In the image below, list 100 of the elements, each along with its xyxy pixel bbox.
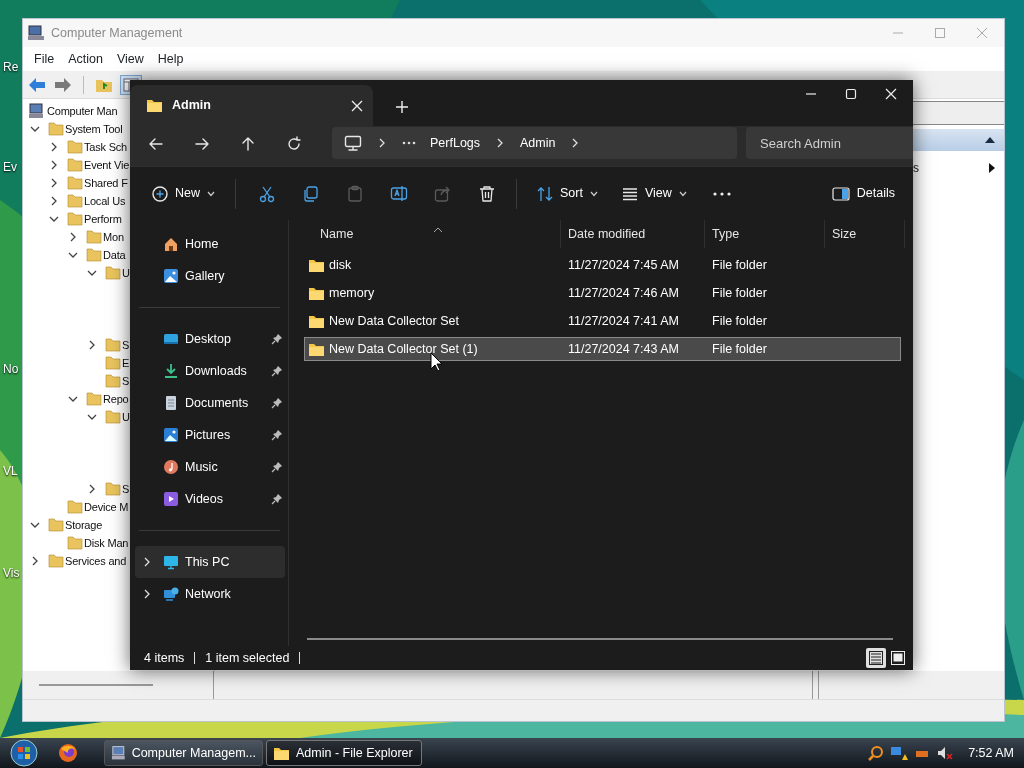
toolbar-button[interactable]: Sort [529,178,606,209]
ellipsis-icon[interactable] [402,141,416,145]
tree-item[interactable]: System Tool [65,120,123,138]
column-header[interactable]: Size [825,220,905,248]
tree-row[interactable]: S [23,372,130,390]
pin-icon[interactable] [271,461,283,474]
address-bar[interactable]: PerfLogs Admin [332,127,737,159]
start-orb-icon[interactable] [10,739,38,767]
sidebar-item[interactable]: This PC [135,546,285,578]
cursor-icon [430,351,443,372]
search-field[interactable]: Search Admin [746,127,913,159]
tab[interactable]: Admin [130,85,373,126]
sidebar-item[interactable]: Pictures [135,419,285,451]
scissors-icon [258,184,276,203]
pin-icon[interactable] [271,397,283,410]
view-button[interactable] [866,648,886,668]
desktop-icon-label[interactable]: Ev [3,158,17,176]
tree-item[interactable]: Perform [84,210,122,228]
tree-item[interactable]: U [122,264,130,282]
tree-item[interactable]: Local Us [84,192,126,210]
tree-item[interactable]: Mon [103,228,124,246]
toolbar-button[interactable]: New [144,178,223,209]
window-title: Computer Management [51,24,183,42]
tree-row[interactable]: Device M [23,498,129,516]
tree-item[interactable]: S [122,372,130,390]
tree-item[interactable]: S [122,336,130,354]
pin-icon[interactable] [271,333,283,346]
refresh-icon[interactable] [286,136,302,152]
browser-icon[interactable] [58,743,78,763]
folder-icon [146,97,163,114]
tree-item[interactable]: Task Sch [84,138,128,156]
pin-icon[interactable] [271,365,283,378]
pane-item[interactable]: s [913,159,919,177]
sort-icon [537,185,553,202]
column-header[interactable]: Type [705,220,825,248]
column-header[interactable]: Date modified [561,220,705,248]
speaker-muted-icon[interactable] [936,745,955,761]
breadcrumb-item[interactable]: Admin [520,133,556,153]
file-row[interactable]: disk 11/27/2024 7:45 AM File folder [304,253,901,277]
view-button[interactable] [888,648,908,668]
tree-item[interactable]: Data [103,246,126,264]
arrow-left-icon[interactable] [148,136,164,152]
arrow-up-icon[interactable] [240,136,256,152]
sidebar-item[interactable]: Music [135,451,285,483]
sidebar-item[interactable]: Network [135,578,285,610]
caret-down-icon [589,189,598,198]
sidebar-item[interactable]: Downloads [135,355,285,387]
details-button[interactable]: Details [823,178,903,209]
breadcrumb-item[interactable]: PerfLogs [430,133,481,153]
tree-item[interactable]: Storage [65,516,103,534]
column-header[interactable]: Name [320,224,354,244]
clock[interactable]: 7:52 AM [968,743,1014,763]
menu-item[interactable]: Action [61,49,110,69]
tree-item[interactable]: Disk Man [84,534,129,552]
caret-right-icon[interactable] [988,162,996,174]
pin-icon[interactable] [271,493,283,506]
video-icon [163,491,179,507]
tree-item[interactable]: Device M [84,498,129,516]
toolbar-button[interactable]: View [613,178,695,209]
folder-icon [48,517,64,533]
tree-item[interactable]: U [122,408,130,426]
tree-item[interactable]: E [122,354,130,372]
pin-icon[interactable] [271,429,283,442]
date-cell-text: 11/27/2024 7:43 AM [568,340,679,358]
sidebar-item[interactable]: Documents [135,387,285,419]
desktop-icon-label[interactable]: No [3,360,19,378]
network-icon[interactable] [890,745,909,761]
caret-up-icon[interactable] [984,136,996,144]
tree-item[interactable]: Services and [65,552,127,570]
sidebar-item[interactable]: Home [135,228,285,260]
sidebar-item[interactable]: Videos [135,483,285,515]
file-name: New Data Collector Set [329,312,459,330]
tree-item[interactable]: Shared F [84,174,128,192]
tree-item[interactable]: S [122,480,130,498]
menu-item[interactable]: File [27,49,62,69]
folder-icon [105,337,121,353]
date-cell-text: 11/27/2024 7:41 AM [568,312,679,330]
document-icon [163,395,179,411]
tree-row[interactable]: E [23,354,130,372]
tree-item[interactable]: Computer Man [47,102,118,120]
sidebar-item[interactable]: Gallery [135,260,285,292]
taskbar-button[interactable]: Computer Managem... [104,740,263,766]
desktop-icon-label[interactable]: Re [3,58,19,76]
search-icon[interactable] [868,745,885,761]
tree-item[interactable]: Repo [103,390,129,408]
tree-row[interactable]: Disk Man [23,534,129,552]
file-row[interactable]: memory 11/27/2024 7:46 AM File folder [304,281,901,305]
folder-icon [67,157,83,173]
plus-icon[interactable] [395,100,409,114]
sidebar-item[interactable]: Desktop [135,323,285,355]
menu-item[interactable]: Help [150,49,191,69]
file-row[interactable]: New Data Collector Set (1) 11/27/2024 7:43 AM File folder [304,337,901,361]
tree-item[interactable]: Event Vie [84,156,130,174]
type-cell-text: File folder [712,312,767,330]
folder-icon [48,553,64,569]
file-row[interactable]: New Data Collector Set 11/27/2024 7:41 AM File folder [304,309,901,333]
taskbar-button[interactable]: Admin - File Explorer [266,740,422,766]
menu-item[interactable]: View [109,49,151,69]
scrollbar[interactable] [307,638,893,640]
arrow-right-icon[interactable] [194,136,210,152]
